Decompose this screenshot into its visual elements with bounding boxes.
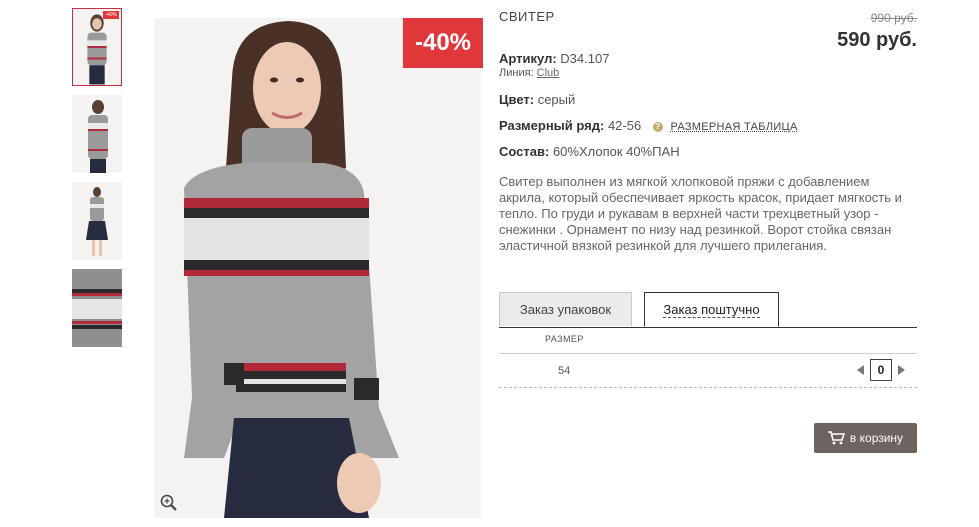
size-cell: 54 xyxy=(558,365,571,377)
decrement-arrow-icon[interactable] xyxy=(857,365,864,375)
article-row: Артикул: D34.107 xyxy=(499,51,609,66)
sweater-thumb-image xyxy=(72,182,122,260)
add-to-cart-button[interactable]: в корзину xyxy=(814,423,917,453)
size-range-value: 42-56 xyxy=(607,118,642,133)
sweater-thumb-image xyxy=(73,9,121,85)
thumbnail-2[interactable] xyxy=(72,95,122,173)
line-label: Линия: xyxy=(499,67,534,79)
divider xyxy=(499,353,917,354)
size-range-row: Размерный ряд: 42-56 ? РАЗМЕРНАЯ ТАБЛИЦА xyxy=(499,118,798,133)
size-column-header: РАЗМЕР xyxy=(545,334,584,344)
sweater-thumb-image xyxy=(72,95,122,173)
sweater-closeup-image xyxy=(72,269,122,347)
product-main-image[interactable] xyxy=(154,18,481,518)
tab-label: Заказ поштучно xyxy=(663,301,760,318)
line-link[interactable]: Club xyxy=(537,67,560,79)
article-label: Артикул: xyxy=(499,51,557,66)
composition-value: 60%Хлопок 40%ПАН xyxy=(552,144,680,159)
color-value: серый xyxy=(537,92,576,107)
mini-discount-badge: -40% xyxy=(103,11,119,19)
tab-order-single[interactable]: Заказ поштучно xyxy=(644,292,779,327)
tab-label: Заказ упаковок xyxy=(519,302,612,317)
order-tabs: Заказ упаковок Заказ поштучно xyxy=(499,292,917,328)
size-table-link[interactable]: РАЗМЕРНАЯ ТАБЛИЦА xyxy=(670,121,797,133)
quantity-stepper: 0 xyxy=(857,359,905,381)
current-price: 590 руб. xyxy=(837,29,917,51)
divider xyxy=(499,387,917,388)
thumbnail-4[interactable] xyxy=(72,269,122,347)
cart-icon xyxy=(827,431,845,445)
thumbnail-list: -40% xyxy=(72,8,126,356)
increment-arrow-icon[interactable] xyxy=(898,365,905,375)
color-label: Цвет: xyxy=(499,92,535,107)
composition-label: Состав: xyxy=(499,144,550,159)
line-row: Линия: Club xyxy=(499,67,559,79)
color-row: Цвет: серый xyxy=(499,92,575,107)
discount-badge: -40% xyxy=(403,18,483,68)
product-description: Свитер выполнен из мягкой хлопковой пряж… xyxy=(499,174,902,253)
question-icon: ? xyxy=(652,122,663,132)
article-value: D34.107 xyxy=(560,51,610,66)
tab-order-packs[interactable]: Заказ упаковок xyxy=(499,292,632,326)
product-title: СВИТЕР xyxy=(499,9,555,24)
cart-button-label: в корзину xyxy=(849,431,904,445)
old-price: 990 руб. xyxy=(870,11,917,25)
thumbnail-3[interactable] xyxy=(72,182,122,260)
size-range-label: Размерный ряд: xyxy=(499,118,605,133)
quantity-input[interactable]: 0 xyxy=(870,359,892,381)
zoom-icon[interactable] xyxy=(160,494,178,512)
composition-row: Состав: 60%Хлопок 40%ПАН xyxy=(499,144,680,159)
thumbnail-1[interactable]: -40% xyxy=(72,8,122,86)
sweater-model-photo xyxy=(154,18,481,518)
